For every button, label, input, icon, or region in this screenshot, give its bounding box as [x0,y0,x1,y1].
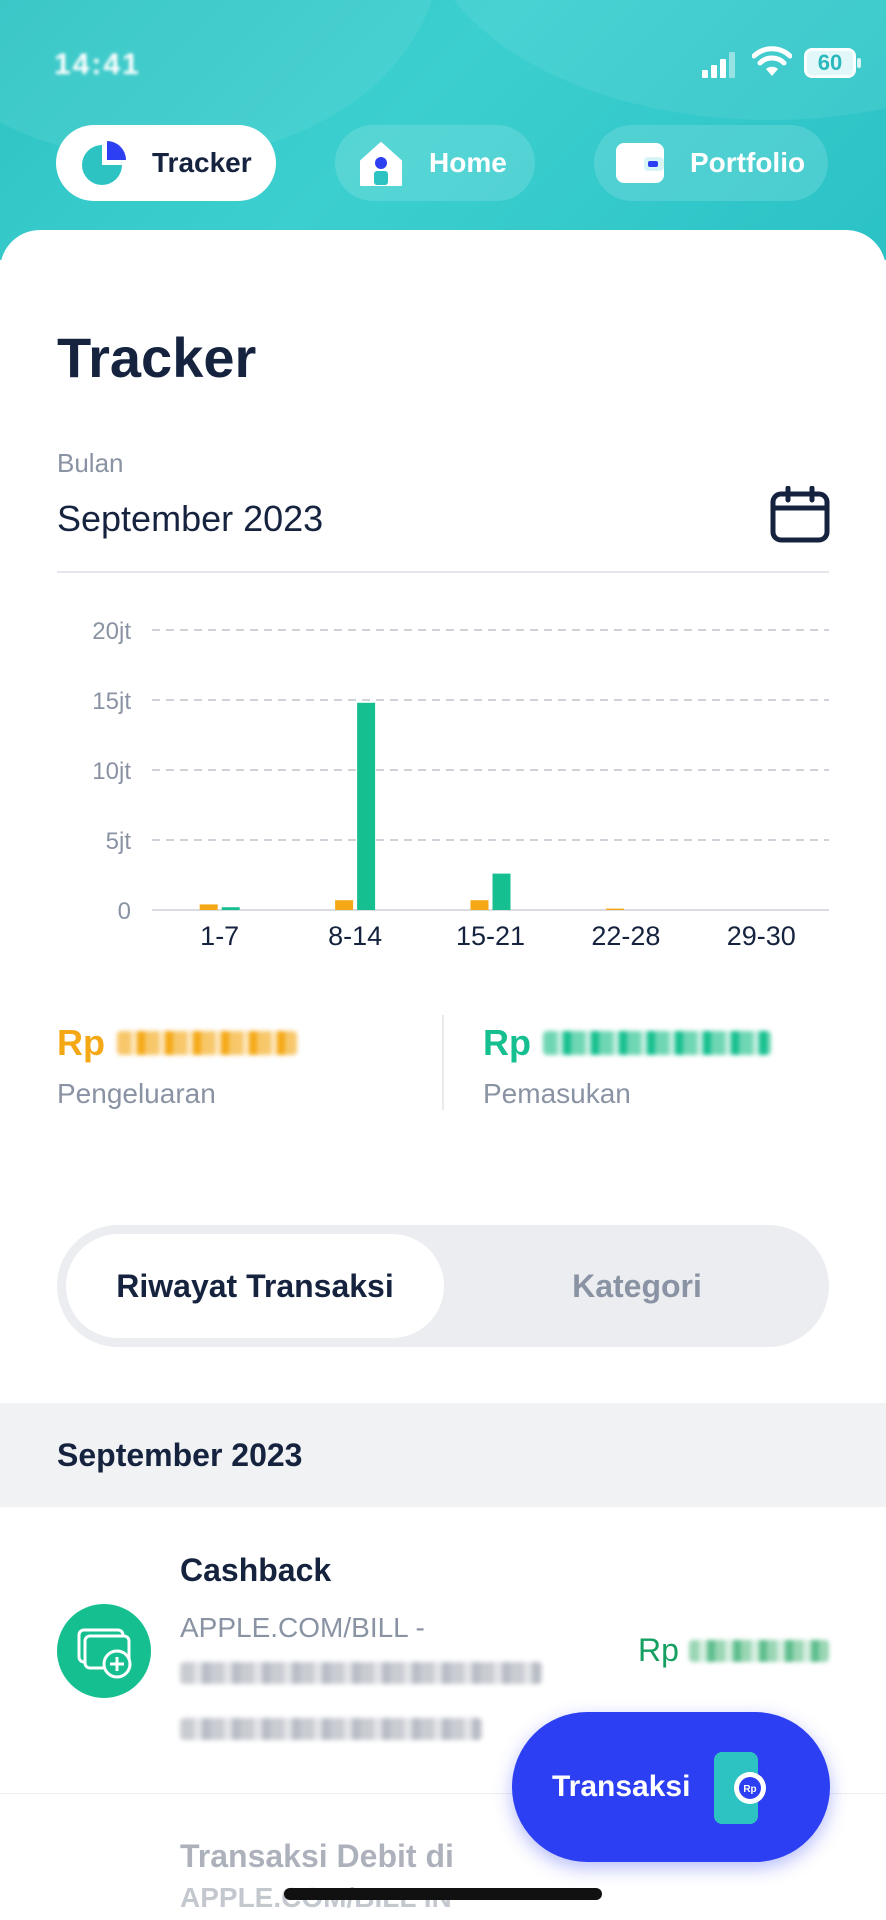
y-tick-label: 5jt [106,828,132,855]
transaction-description-masked [180,1718,482,1740]
x-tick-label: 29-30 [727,921,796,951]
chart-bar-income [357,702,376,910]
nav-tab-home[interactable]: Home [335,125,535,201]
add-transaction-button[interactable]: Transaksi Rp [512,1712,830,1862]
x-tick-label: 8-14 [328,921,382,951]
calendar-icon[interactable] [770,486,830,544]
y-tick-label: 10jt [92,758,131,785]
home-indicator [284,1888,602,1900]
transaction-description: APPLE.COM/BILL - [180,1612,425,1643]
nav-tab-home-label: Home [429,147,507,178]
chart-bar-expense [605,908,624,910]
nav-tab-portfolio[interactable]: Portfolio [594,125,828,201]
weekly-bar-chart: 0 5jt 10jt 15jt 20jt 1-7 8-14 15-21 22-28 29-30 [92,618,829,951]
chart-bar-expense [335,900,354,910]
status-bar: 14:41 60 [0,0,886,110]
expense-label: Pengeluaran [57,1078,216,1109]
cellular-signal-icon [702,52,736,78]
section-header-title: September 2023 [57,1437,303,1473]
section-header: September 2023 [0,1403,886,1507]
y-tick-label: 20jt [92,618,131,645]
nav-tab-portfolio-label: Portfolio [690,147,806,178]
income-label: Pemasukan [483,1078,631,1109]
add-transaction-label: Transaksi [552,1770,691,1803]
y-tick-label: 15jt [92,688,131,715]
svg-text:Rp: Rp [743,1784,756,1795]
transaction-title[interactable]: Cashback [180,1552,331,1589]
battery-icon: 60 [804,48,861,78]
x-tick-label: 1-7 [200,921,239,951]
cashback-icon [57,1604,151,1698]
nav-tab-tracker[interactable]: Tracker [56,125,276,201]
status-time: 14:41 [54,48,141,81]
expense-summary: Rp Pengeluaran [57,1022,297,1110]
month-selector[interactable]: September 2023 [57,498,323,540]
summary-divider [442,1015,444,1110]
transaction-description-masked [180,1662,542,1684]
transaction-amount: Rp [638,1632,829,1669]
nav-tab-tracker-label: Tracker [152,147,252,178]
month-divider [57,571,829,573]
segmented-control: Riwayat Transaksi Kategori [57,1225,829,1347]
chart-bar-expense [470,900,489,910]
x-tick-label: 22-28 [591,921,660,951]
chart-bar-income [492,873,511,910]
transaction-title[interactable]: Transaksi Debit di [180,1838,454,1875]
tab-kategori[interactable]: Kategori [457,1234,817,1338]
transaction-amount-currency: Rp [638,1632,679,1668]
phone-money-icon: Rp [714,1752,766,1824]
income-currency: Rp [483,1022,531,1063]
wallet-icon [616,143,664,183]
tab-riwayat-transaksi[interactable]: Riwayat Transaksi [66,1234,444,1338]
chart-bar-expense [199,904,218,910]
pie-chart-icon [82,141,126,185]
expense-currency: Rp [57,1022,105,1063]
x-tick-label: 15-21 [456,921,525,951]
battery-level: 60 [817,50,843,75]
home-icon [360,142,402,186]
y-tick-label: 0 [118,898,131,925]
page-title: Tracker [57,326,257,389]
month-label: Bulan [57,448,124,478]
chart-bar-income [221,907,240,910]
income-summary: Rp Pemasukan [483,1022,771,1110]
income-amount-masked [543,1031,771,1055]
transaction-amount-masked [688,1639,829,1662]
expense-amount-masked [117,1031,297,1055]
wifi-icon [752,46,792,76]
